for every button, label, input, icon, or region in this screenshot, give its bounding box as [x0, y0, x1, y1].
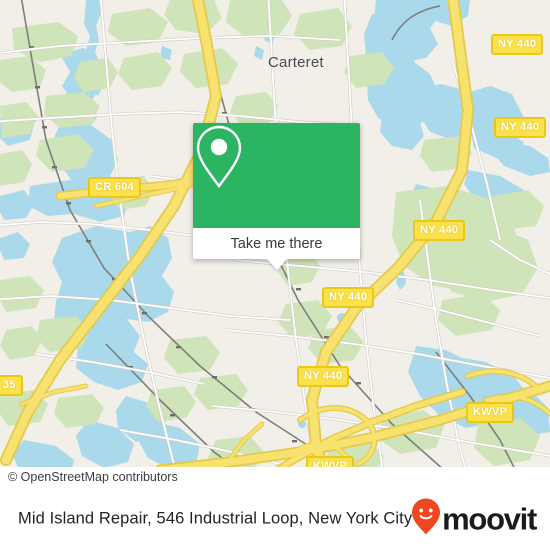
location-title: Mid Island Repair, 546 Industrial Loop, … — [18, 509, 413, 527]
road-shield-nj-35[interactable]: J 35 — [0, 375, 23, 396]
road-shield-ny-440[interactable]: NY 440 — [322, 287, 375, 308]
moovit-logo[interactable]: moovit — [411, 497, 537, 540]
popup-header — [193, 123, 360, 228]
road-shield-ny-440[interactable]: NY 440 — [491, 34, 544, 55]
road-shield-ny-440[interactable]: NY 440 — [297, 366, 350, 387]
map-canvas[interactable]: Carteret CR 604 NY 440 NY 440 NY 440 NY … — [0, 0, 550, 487]
screenshot-root: Carteret CR 604 NY 440 NY 440 NY 440 NY … — [0, 0, 550, 550]
take-me-there-button[interactable]: Take me there — [193, 228, 360, 259]
moovit-pin-icon — [411, 497, 441, 540]
road-shield-cr-604[interactable]: CR 604 — [88, 177, 142, 198]
moovit-wordmark: moovit — [442, 501, 537, 536]
take-me-there-label: Take me there — [230, 235, 323, 252]
map-attribution-bar: © OpenStreetMap contributors — [0, 467, 550, 487]
road-shield-kwvp[interactable]: KWVP — [466, 402, 515, 423]
map-place-label-carteret: Carteret — [268, 54, 324, 71]
popup-tail — [266, 259, 287, 270]
road-shield-ny-440[interactable]: NY 440 — [494, 117, 547, 138]
map-attribution-text[interactable]: © OpenStreetMap contributors — [0, 470, 178, 484]
location-popup[interactable]: Take me there — [193, 123, 360, 270]
footer-bar: Mid Island Repair, 546 Industrial Loop, … — [0, 487, 550, 550]
road-shield-ny-440[interactable]: NY 440 — [413, 220, 466, 241]
